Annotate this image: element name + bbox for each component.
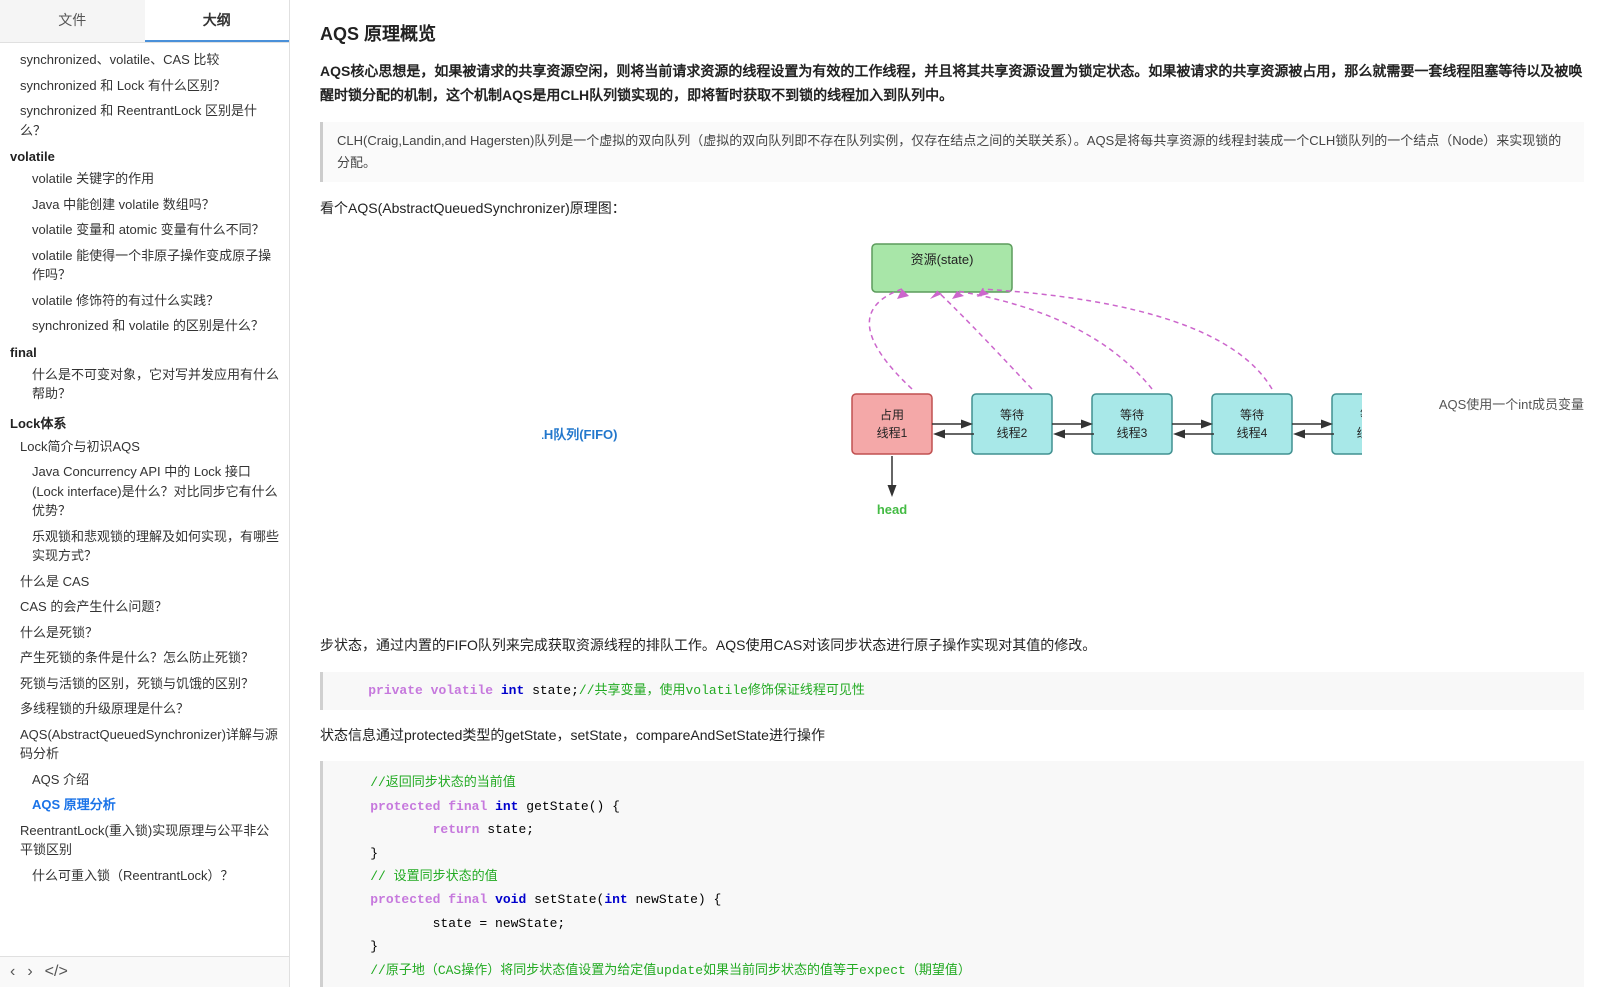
sidebar-item-sync-volatile-cas[interactable]: synchronized、volatile、CAS 比较 (0, 47, 289, 73)
sidebar-item-volatile-practice[interactable]: volatile 修饰符的有过什么实践？ (0, 288, 289, 314)
svg-text:线程2: 线程2 (997, 425, 1028, 440)
sub-heading: 看个AQS(AbstractQueuedSynchronizer)原理图： (320, 198, 1584, 218)
tab-outline[interactable]: 大纲 (145, 0, 290, 42)
code-block-1: private volatile int state;//共享变量，使用vola… (320, 672, 1584, 710)
nav-back-icon[interactable]: ‹ (10, 963, 15, 981)
intro-bold: AQS核心思想是，如果被请求的共享资源空闲，则将当前请求资源的线程设置为有效的工… (320, 63, 1582, 103)
nav-group-volatile: volatile (0, 143, 289, 166)
sidebar-item-cas-problems[interactable]: CAS 的会产生什么问题？ (0, 594, 289, 620)
sidebar-item-sync-lock[interactable]: synchronized 和 Lock 有什么区别？ (0, 73, 289, 99)
sidebar-item-volatile-atomic-op[interactable]: volatile 能使得一个非原子操作变成原子操作吗？ (0, 243, 289, 288)
svg-text:资源(state): 资源(state) (911, 252, 974, 267)
sidebar-item-aqs-principle[interactable]: AQS 原理分析 (0, 792, 289, 818)
sidebar-content: synchronized、volatile、CAS 比较 synchronize… (0, 43, 289, 956)
aqs-note: AQS使用一个int成员变量 (1439, 394, 1584, 413)
code-block-2: //返回同步状态的当前值 protected final int getStat… (320, 761, 1584, 987)
sidebar-item-lock-upgrade[interactable]: 多线程锁的升级原理是什么？ (0, 696, 289, 722)
sidebar-item-sync-volatile-diff[interactable]: synchronized 和 volatile 的区别是什么？ (0, 313, 289, 339)
sidebar: 文件 大纲 synchronized、volatile、CAS 比较 synch… (0, 0, 290, 987)
page-title: AQS 原理概览 (320, 20, 1584, 46)
svg-text:线程3: 线程3 (1117, 425, 1148, 440)
sidebar-item-optimistic-pessimistic[interactable]: 乐观锁和悲观锁的理解及如何实现，有哪些实现方式？ (0, 524, 289, 569)
svg-text:占用: 占用 (880, 407, 904, 422)
sidebar-item-immutable[interactable]: 什么是不可变对象，它对写并发应用有什么帮助？ (0, 362, 289, 407)
blockquote: CLH(Craig,Landin,and Hagersten)队列是一个虚拟的双… (320, 122, 1584, 182)
state-desc2: 状态信息通过protected类型的getState，setState，comp… (320, 724, 1584, 748)
sidebar-item-sync-reentrant[interactable]: synchronized 和 ReentrantLock 区别是什么？ (0, 98, 289, 143)
svg-text:等待: 等待 (1240, 408, 1264, 422)
svg-text:CLH队列(FIFO): CLH队列(FIFO) (542, 427, 617, 442)
code-icon[interactable]: </> (45, 963, 68, 981)
main-content: AQS 原理概览 AQS核心思想是，如果被请求的共享资源空闲，则将当前请求资源的… (290, 0, 1614, 987)
sidebar-tabs: 文件 大纲 (0, 0, 289, 43)
state-desc: 步状态，通过内置的FIFO队列来完成获取资源线程的排队工作。AQS使用CAS对该… (320, 634, 1584, 658)
sidebar-item-deadlock-conditions[interactable]: 产生死锁的条件是什么？怎么防止死锁？ (0, 645, 289, 671)
intro-paragraph: AQS核心思想是，如果被请求的共享资源空闲，则将当前请求资源的线程设置为有效的工… (320, 60, 1584, 108)
sidebar-item-lock-aqs[interactable]: Lock简介与初识AQS (0, 434, 289, 460)
sidebar-item-cas[interactable]: 什么是 CAS (0, 569, 289, 595)
tab-file[interactable]: 文件 (0, 0, 145, 42)
sidebar-item-volatile-array[interactable]: Java 中能创建 volatile 数组吗？ (0, 192, 289, 218)
sidebar-item-aqs-intro[interactable]: AQS 介绍 (0, 767, 289, 793)
svg-text:线程4: 线程4 (1237, 425, 1268, 440)
sidebar-item-volatile-atomic[interactable]: volatile 变量和 atomic 变量有什么不同？ (0, 217, 289, 243)
sidebar-item-deadlock-livelock[interactable]: 死锁与活锁的区别，死锁与饥饿的区别？ (0, 671, 289, 697)
sidebar-item-aqs-detail[interactable]: AQS(AbstractQueuedSynchronizer)详解与源码分析 (0, 722, 289, 767)
nav-forward-icon[interactable]: › (27, 963, 32, 981)
svg-text:等待: 等待 (1000, 408, 1024, 422)
sidebar-bottom: ‹ › </> (0, 956, 289, 987)
sidebar-item-deadlock[interactable]: 什么是死锁？ (0, 620, 289, 646)
aqs-diagram: 资源(state) CLH队列(FIFO) 占用 线程1 等待 线程2 (542, 234, 1362, 594)
svg-text:等待: 等待 (1360, 408, 1362, 422)
svg-text:线程1: 线程1 (877, 425, 908, 440)
sidebar-item-lock-interface[interactable]: Java Concurrency API 中的 Lock 接口(Lock int… (0, 459, 289, 524)
sidebar-item-volatile-role[interactable]: volatile 关键字的作用 (0, 166, 289, 192)
svg-text:线程n: 线程n (1357, 425, 1362, 440)
sidebar-item-reentrantlock-what[interactable]: 什么可重入锁（ReentrantLock）？ (0, 863, 289, 889)
svg-text:等待: 等待 (1120, 408, 1144, 422)
diagram-container: AQS使用一个int成员变量 资源(state) CLH队列(FIFO) 占用 … (320, 234, 1584, 614)
nav-group-lock: Lock体系 (0, 407, 289, 434)
svg-text:head: head (877, 502, 907, 517)
sidebar-item-reentrantlock[interactable]: ReentrantLock(重入锁)实现原理与公平非公平锁区别 (0, 818, 289, 863)
nav-group-final: final (0, 339, 289, 362)
